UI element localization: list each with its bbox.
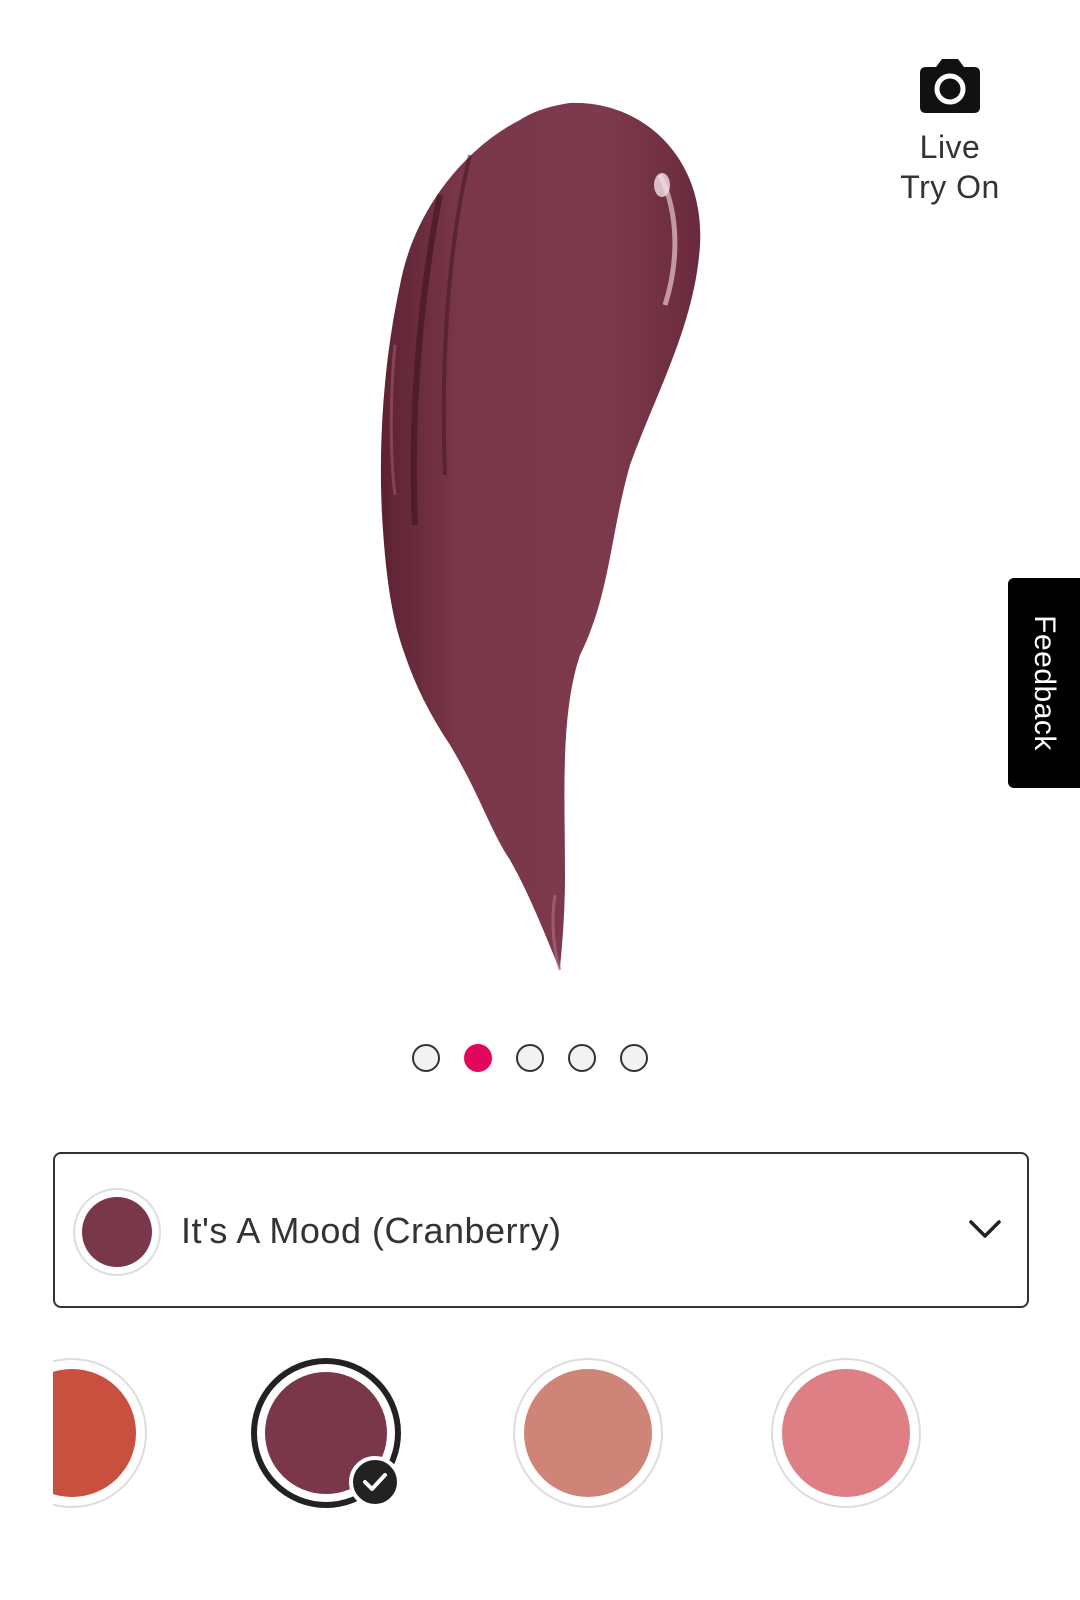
- shade-swatch-2[interactable]: [251, 1358, 401, 1508]
- carousel-dot-3[interactable]: [516, 1044, 544, 1072]
- carousel-dot-1[interactable]: [412, 1044, 440, 1072]
- selected-shade-color: [82, 1197, 152, 1267]
- shade-swatch-3[interactable]: [513, 1358, 663, 1508]
- carousel-dot-2[interactable]: [464, 1044, 492, 1072]
- live-try-on-button[interactable]: Live Try On: [880, 55, 1020, 207]
- check-icon: [349, 1456, 401, 1508]
- shade-swatch-row: [53, 1350, 1053, 1520]
- carousel-indicators: [0, 1044, 1080, 1078]
- shade-swatch-1[interactable]: [53, 1358, 147, 1508]
- live-try-on-line2: Try On: [900, 169, 1000, 205]
- live-try-on-line1: Live: [919, 129, 981, 165]
- selected-shade-name: It's A Mood (Cranberry): [181, 1210, 562, 1251]
- selected-shade-swatch: [73, 1188, 161, 1276]
- feedback-tab[interactable]: Feedback: [1008, 578, 1080, 788]
- feedback-label: Feedback: [1028, 615, 1061, 751]
- camera-icon: [920, 59, 980, 113]
- lipstick-swatch-image: [380, 102, 701, 971]
- shade-dropdown[interactable]: It's A Mood (Cranberry): [53, 1152, 1029, 1308]
- carousel-dot-5[interactable]: [620, 1044, 648, 1072]
- chevron-down-icon: [969, 1220, 1001, 1238]
- shade-swatch-4[interactable]: [771, 1358, 921, 1508]
- carousel-dot-4[interactable]: [568, 1044, 596, 1072]
